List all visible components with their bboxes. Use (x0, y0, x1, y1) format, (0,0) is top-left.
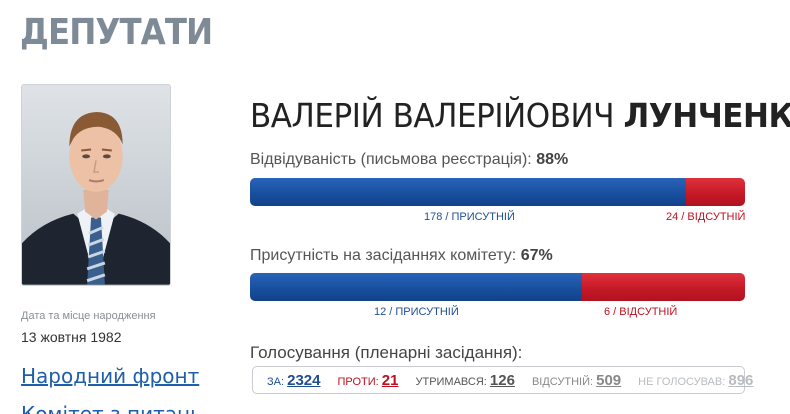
portrait-image (22, 85, 170, 285)
committee-attendance-label: Присутність на засіданнях комітету: (250, 247, 517, 264)
deputy-last-name: ЛУНЧЕНКО (623, 96, 790, 135)
party-link[interactable]: Народний фронт (21, 364, 199, 388)
votes-absent: ВІДСУТНІЙ: 509 (532, 372, 621, 389)
committee-absent-segment (581, 273, 745, 301)
attendance-absent-segment (685, 178, 745, 206)
attendance-present-label: 178 / ПРИСУТНІЙ (424, 211, 515, 223)
votes-summary: ЗА: 2324 ПРОТИ: 21 УТРИМАВСЯ: 126 ВІДСУТ… (252, 366, 753, 394)
votes-abstain-label: УТРИМАВСЯ: (415, 375, 487, 388)
committee-attendance-title: Присутність на засіданнях комітету: 67% (250, 247, 553, 265)
votes-against: ПРОТИ: 21 (337, 372, 398, 389)
committee-link[interactable]: Комітет з питань (21, 402, 202, 414)
attendance-percent: 88% (536, 151, 569, 168)
votes-for: ЗА: 2324 (267, 372, 320, 389)
votes-for-label: ЗА: (267, 375, 285, 388)
votes-not-voted: НЕ ГОЛОСУВАВ: 896 (638, 372, 753, 389)
committee-present-label: 12 / ПРИСУТНІЙ (374, 306, 459, 318)
attendance-title: Відвідуваність (письмова реєстрація): 88… (250, 151, 568, 169)
votes-not-voted-label: НЕ ГОЛОСУВАВ: (638, 375, 726, 388)
deputy-name: ВАЛЕРІЙ ВАЛЕРІЙОВИЧ ЛУНЧЕНКО (250, 96, 790, 135)
votes-title: Голосування (пленарні засідання): (250, 343, 523, 362)
attendance-bar (250, 178, 745, 206)
votes-against-value[interactable]: 21 (382, 372, 399, 389)
attendance-absent-label: 24 / ВІДСУТНІЙ (666, 211, 746, 223)
attendance-label: Відвідуваність (письмова реєстрація): (250, 151, 532, 168)
votes-not-voted-value[interactable]: 896 (728, 372, 753, 389)
deputy-photo (21, 84, 171, 286)
committee-attendance-bar (250, 273, 745, 301)
votes-abstain-value[interactable]: 126 (490, 372, 515, 389)
votes-absent-value[interactable]: 509 (596, 372, 621, 389)
committee-present-segment (250, 273, 582, 301)
attendance-present-segment (250, 178, 686, 206)
votes-abstain: УТРИМАВСЯ: 126 (415, 372, 514, 389)
votes-for-value[interactable]: 2324 (287, 372, 320, 389)
committee-absent-label: 6 / ВІДСУТНІЙ (604, 306, 678, 318)
committee-attendance-percent: 67% (520, 247, 553, 264)
birth-info-value: 13 жовтня 1982 (21, 329, 122, 345)
birth-info-label: Дата та місце народження (21, 310, 156, 322)
deputy-first-names: ВАЛЕРІЙ ВАЛЕРІЙОВИЧ (250, 96, 615, 135)
page-title: ДЕПУТАТИ (20, 12, 213, 53)
votes-against-label: ПРОТИ: (337, 375, 379, 388)
votes-absent-label: ВІДСУТНІЙ: (531, 375, 594, 388)
